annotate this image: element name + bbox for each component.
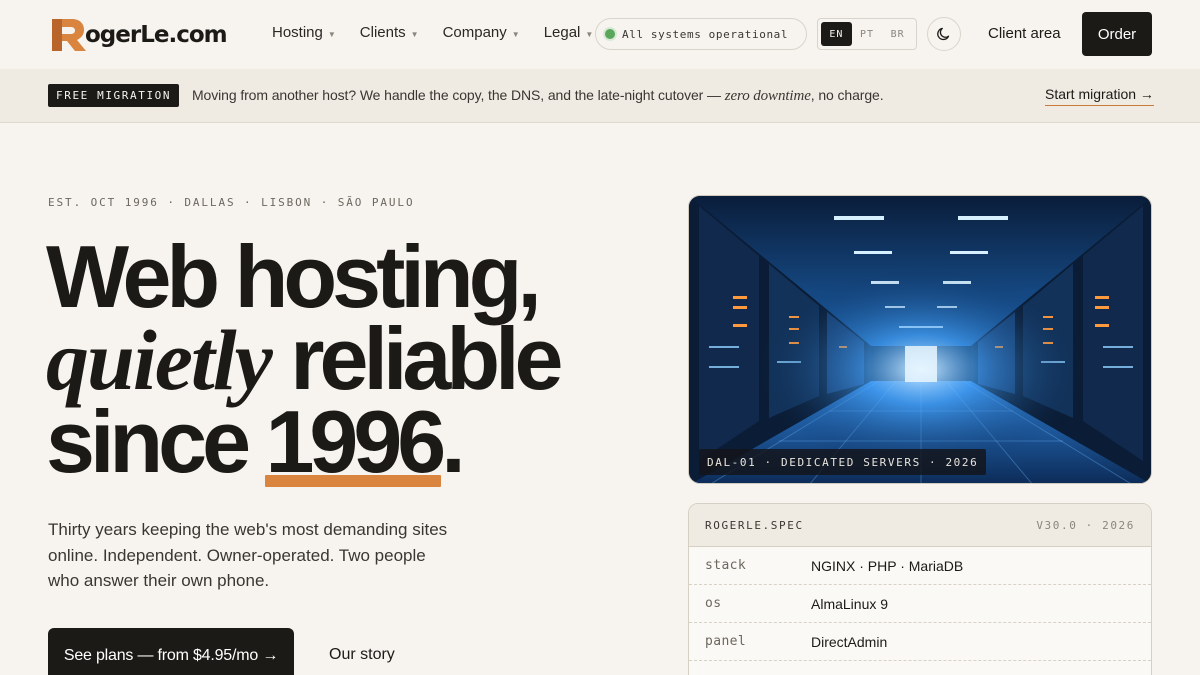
spec-version: V30.0 · 2026 (1036, 518, 1135, 532)
spec-value: NGINX · PHP · MariaDB (811, 557, 964, 574)
spec-title: ROGERLE.SPEC (705, 518, 804, 532)
system-status-pill[interactable]: All systems operational (595, 18, 807, 50)
moon-icon (937, 27, 950, 41)
nav-item-company[interactable]: Company ▼ (443, 24, 520, 41)
migration-banner: FREE MIGRATION Moving from another host?… (0, 69, 1200, 123)
language-switcher: EN PT BR (817, 18, 917, 50)
nav-item-hosting[interactable]: Hosting ▼ (272, 24, 336, 41)
headline-line-3-start: since (46, 392, 266, 491)
spec-key: panel (705, 634, 747, 649)
status-text: All systems operational (622, 27, 789, 41)
spec-value: DirectAdmin (811, 633, 888, 650)
chevron-down-icon: ▼ (410, 29, 419, 39)
theme-toggle-button[interactable] (927, 17, 961, 51)
start-migration-link[interactable]: Start migration → (1045, 86, 1154, 106)
banner-text-emphasis: zero downtime (724, 88, 811, 104)
order-button[interactable]: Order (1082, 12, 1152, 56)
lang-en-button[interactable]: EN (821, 22, 852, 46)
chevron-down-icon: ▼ (511, 29, 520, 39)
free-migration-badge: FREE MIGRATION (48, 84, 180, 107)
brand-logo[interactable]: ogerLe.com (50, 17, 228, 53)
spec-header: ROGERLE.SPEC V30.0 · 2026 (689, 504, 1151, 547)
banner-text-start: Moving from another host? We handle the … (192, 87, 725, 103)
nav-item-label: Company (442, 24, 507, 41)
spec-key: os (705, 596, 722, 611)
chevron-down-icon: ▼ (585, 29, 594, 39)
nav-item-legal[interactable]: Legal ▼ (544, 24, 594, 41)
nav-item-clients[interactable]: Clients ▼ (360, 24, 419, 41)
main-menu: Hosting ▼ Clients ▼ Company ▼ Legal ▼ (272, 24, 617, 41)
spec-card: ROGERLE.SPEC V30.0 · 2026 stack NGINX · … (688, 503, 1152, 675)
spec-key: stack (705, 558, 747, 573)
hero-eyebrow: EST. OCT 1996 · DALLAS · LISBON · SÃO PA… (48, 196, 415, 209)
nav-item-label: Clients (359, 24, 406, 41)
nav-item-label: Hosting (272, 24, 323, 41)
see-plans-button[interactable]: See plans — from $4.95/mo → (48, 628, 294, 675)
hero-subtitle: Thirty years keeping the web's most dema… (48, 520, 448, 590)
spec-value: AlmaLinux 9 (811, 595, 889, 612)
banner-text-end: , no charge. (810, 87, 884, 103)
headline-line-3: since 1996. (46, 398, 558, 487)
lang-br-button[interactable]: BR (882, 22, 913, 46)
banner-message: Moving from another host? We handle the … (192, 87, 884, 105)
lang-pt-button[interactable]: PT (852, 22, 883, 46)
image-caption: DAL-01 · DEDICATED SERVERS · 2026 (699, 449, 987, 475)
logo-r-icon (50, 17, 88, 53)
hero-headline: Web hosting, quietly reliable since 1996… (46, 227, 563, 487)
our-story-link[interactable]: Our story (329, 646, 395, 664)
year-text: 1996 (265, 392, 446, 491)
chevron-down-icon: ▼ (327, 29, 336, 39)
status-dot-icon (605, 29, 615, 39)
client-area-link[interactable]: Client area (988, 25, 1061, 42)
spec-row: os AlmaLinux 9 (689, 585, 1151, 623)
spec-row: stack NGINX · PHP · MariaDB (689, 547, 1151, 585)
brand-name: ogerLe.com (85, 22, 228, 48)
headline-year: 1996 (265, 398, 446, 487)
server-room-image: DAL-01 · DEDICATED SERVERS · 2026 (688, 195, 1152, 484)
headline-period: . (441, 392, 466, 491)
headline-line-1: Web hosting, (46, 227, 542, 326)
headline-line-2: quietly reliable (46, 315, 563, 404)
nav-item-label: Legal (543, 24, 581, 41)
top-nav: ogerLe.com Hosting ▼ Clients ▼ Company ▼ Le… (0, 0, 1200, 69)
spec-row: panel DirectAdmin (689, 623, 1151, 661)
